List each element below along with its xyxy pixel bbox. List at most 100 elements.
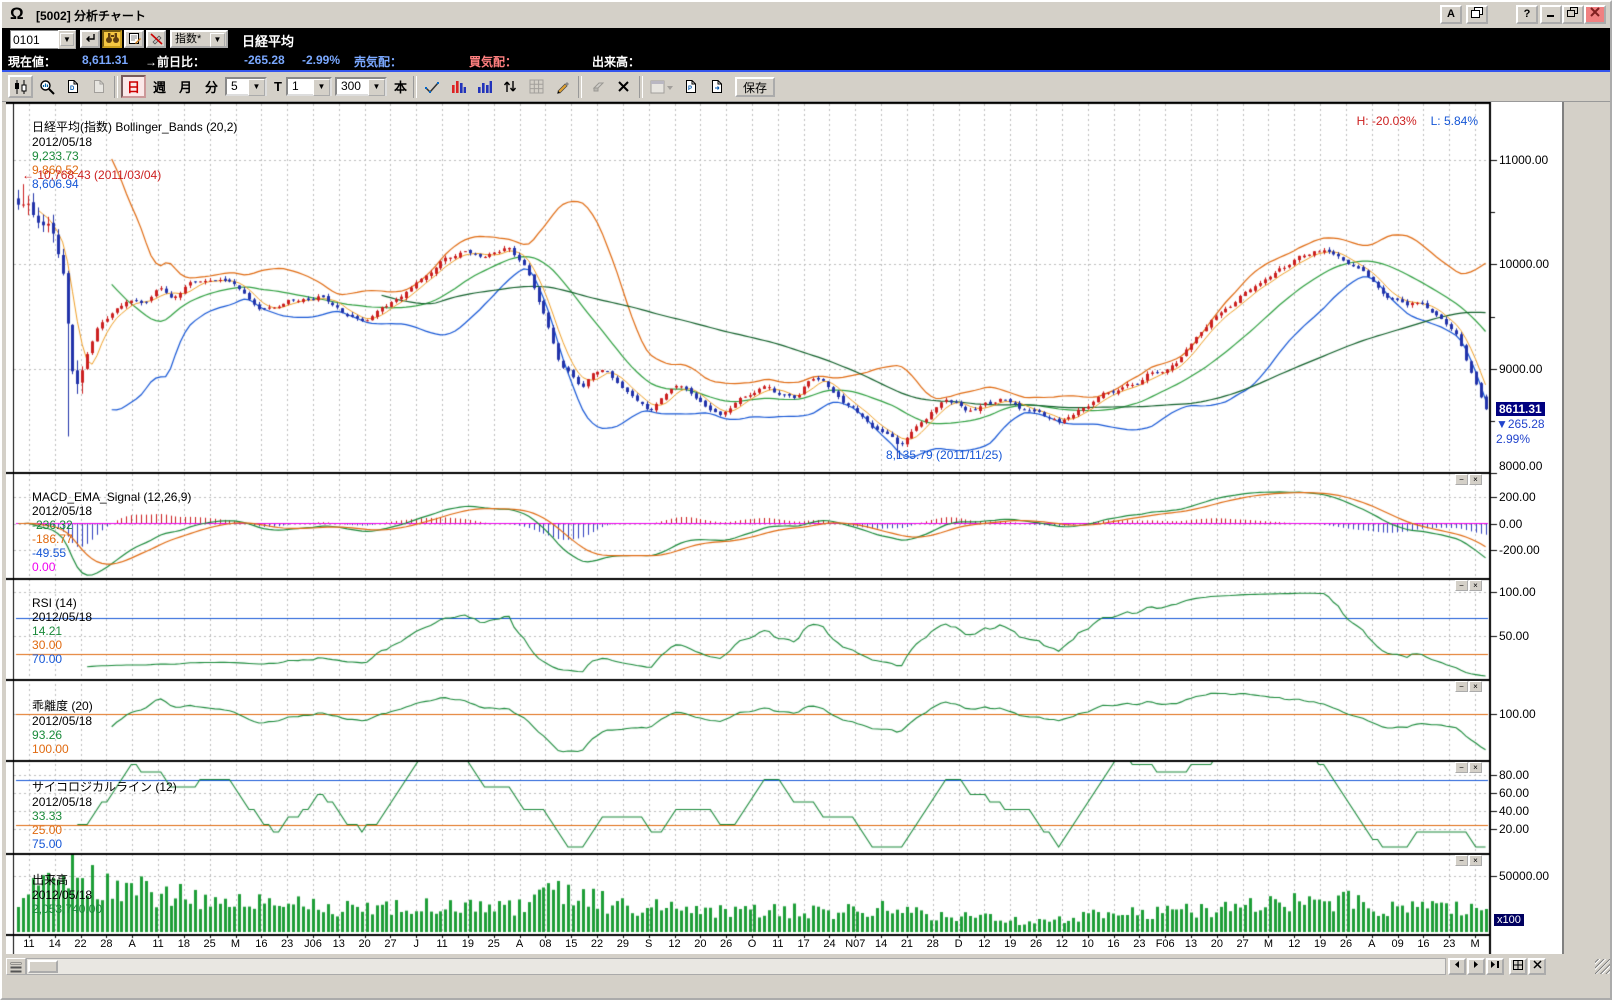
delete-button[interactable]: [611, 75, 636, 98]
eraser-button[interactable]: [585, 75, 610, 98]
volume-histogram-button[interactable]: [472, 75, 497, 98]
window-title: [5002] 分析チャート: [36, 7, 146, 24]
panel-close-button[interactable]: ×: [1469, 474, 1482, 485]
deviation-panel-header: 乖離度 (20) 2012/05/18 93.26 100.00: [12, 683, 97, 770]
panel-minimize-button[interactable]: −: [1455, 681, 1468, 692]
close-panel-button[interactable]: [1528, 958, 1546, 975]
volume-value: 2,053,740.00: [32, 902, 102, 916]
panel-minimize-button[interactable]: −: [1455, 474, 1468, 485]
x-axis-label: 14: [875, 938, 887, 950]
layout-grid-button[interactable]: [1509, 958, 1527, 975]
panel-close-button[interactable]: ×: [1469, 855, 1482, 866]
close-button[interactable]: [1584, 5, 1606, 24]
page-arrow-icon: [710, 79, 724, 94]
minimize-button[interactable]: [1540, 5, 1562, 24]
x-axis-label: F06: [1156, 938, 1175, 950]
high-percent: H: -20.03%: [1357, 114, 1417, 128]
zoom-button[interactable]: [34, 75, 59, 98]
scrollbar-thumb[interactable]: [28, 960, 58, 973]
y-axis-label: 80.00: [1499, 768, 1529, 782]
x-axis-label: 27: [384, 938, 396, 950]
psychological-high-threshold: 75.00: [32, 837, 62, 851]
restore-button[interactable]: [1562, 5, 1584, 24]
compare-histogram-button[interactable]: [446, 75, 471, 98]
grid-button[interactable]: [524, 75, 549, 98]
bar-count-select[interactable]: 300▼: [335, 77, 387, 96]
chart-area[interactable]: 日経平均(指数) Bollinger_Bands (20,2) 2012/05/…: [6, 102, 1564, 954]
x-axis-label: 09: [1391, 938, 1403, 950]
scrollbar-track[interactable]: [26, 958, 1446, 975]
page-copy-button[interactable]: [86, 75, 111, 98]
volume-date: 2012/05/18: [32, 888, 92, 902]
period-day-button[interactable]: 日: [121, 75, 146, 98]
x-axis-label: 27: [1237, 938, 1249, 950]
scroll-end-button[interactable]: [1486, 958, 1504, 975]
x-axis-label: 20: [359, 938, 371, 950]
new-page-button[interactable]: D: [60, 75, 85, 98]
x-axis-label: 11: [436, 938, 447, 950]
clear-draw-button[interactable]: [146, 30, 166, 48]
x-axis-label: 26: [720, 938, 732, 950]
y-axis-label: 50000.00: [1499, 869, 1549, 883]
sort-button[interactable]: [498, 75, 523, 98]
toolbar-separator: [413, 76, 417, 98]
x-axis-label: 25: [204, 938, 216, 950]
candlestick-chart-button[interactable]: [8, 75, 33, 98]
draw-line-button[interactable]: [550, 75, 575, 98]
tick-interval-select[interactable]: 1▼: [286, 77, 332, 96]
magnifier-icon: [39, 79, 55, 95]
save-button[interactable]: 保存: [735, 77, 775, 97]
copy-window-button[interactable]: [1466, 5, 1488, 24]
copy-page-button[interactable]: P: [679, 75, 704, 98]
resize-grip[interactable]: [1595, 959, 1610, 974]
panel-close-button[interactable]: ×: [1469, 580, 1482, 591]
x-axis-label: 16: [1417, 938, 1429, 950]
x-axis-label: 11: [152, 938, 163, 950]
x-axis-label: J06: [304, 938, 322, 950]
chart-canvas[interactable]: [6, 102, 1562, 954]
panel-minimize-button[interactable]: −: [1455, 855, 1468, 866]
toolbar-separator: [114, 76, 118, 98]
restore-icon: [1567, 7, 1579, 18]
toolbar-separator: [639, 76, 643, 98]
minute-interval-select[interactable]: 5▼: [225, 77, 267, 96]
bars-unit-label: 本: [394, 77, 407, 96]
period-minute-button[interactable]: 分: [199, 75, 224, 98]
export-page-button[interactable]: [705, 75, 730, 98]
memo-button[interactable]: [124, 30, 144, 48]
scroll-left-button[interactable]: [1448, 958, 1466, 975]
freehand-draw-button[interactable]: [420, 75, 445, 98]
scroll-right-button[interactable]: [1467, 958, 1485, 975]
low-percent: L: 5.84%: [1431, 114, 1478, 128]
panel-minimize-button[interactable]: −: [1455, 580, 1468, 591]
freehand-check-icon: [424, 80, 440, 94]
help-button[interactable]: ?: [1516, 5, 1538, 24]
period-month-button[interactable]: 月: [173, 75, 198, 98]
x-axis-label: 24: [823, 938, 835, 950]
bb-middle-value: 9,233.73: [32, 149, 79, 163]
enter-button[interactable]: [80, 30, 100, 48]
splitter-grip[interactable]: [6, 958, 26, 975]
x-axis-label: 28: [927, 938, 939, 950]
quote-bar: 現在値： 8,611.31 →前日比： -265.28 -2.99% 売気配： …: [2, 50, 1610, 72]
x-axis-label: 11: [23, 938, 34, 950]
search-registered-button[interactable]: [102, 30, 122, 48]
x-icon: [617, 80, 630, 93]
current-price-label: 現在値：: [8, 53, 56, 70]
symbol-code-dropdown[interactable]: ▼: [58, 30, 76, 49]
panel-minimize-button[interactable]: −: [1455, 762, 1468, 773]
period-week-button[interactable]: 週: [147, 75, 172, 98]
title-bar: Ω [5002] 分析チャート A ?: [2, 2, 1610, 29]
symbol-type-select[interactable]: 指数*▼: [170, 30, 228, 48]
window-layout-button[interactable]: [646, 75, 678, 98]
x-axis-label: 26: [1030, 938, 1042, 950]
volume-panel-buttons: −×: [1454, 855, 1482, 866]
font-button[interactable]: A: [1440, 5, 1462, 24]
panel-close-button[interactable]: ×: [1469, 762, 1482, 773]
close-icon: [1590, 7, 1600, 17]
symbol-code-input[interactable]: [10, 30, 62, 49]
toolbar-separator: [578, 76, 582, 98]
panel-close-button[interactable]: ×: [1469, 681, 1482, 692]
macd-title: MACD_EMA_Signal (12,26,9): [32, 490, 191, 504]
deviation-date: 2012/05/18: [32, 714, 92, 728]
